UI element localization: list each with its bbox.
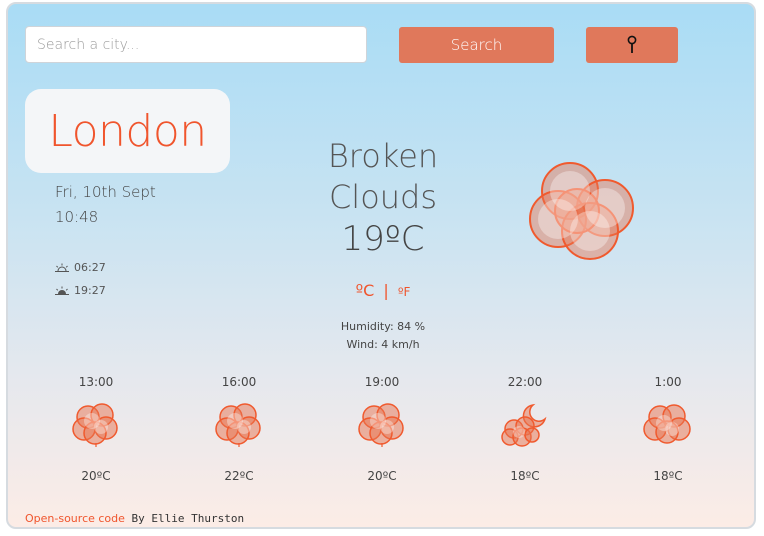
description-line-2: Clouds	[328, 178, 438, 216]
hourly-forecast: 13:00 20ºC 16:00 22ºC 19:00 20ºC 22:00 1…	[25, 375, 745, 483]
forecast-temp: 18ºC	[510, 469, 540, 483]
search-button[interactable]: Search	[399, 27, 554, 63]
forecast-item: 22:00 18ºC	[465, 375, 585, 483]
current-date: Fri, 10th Sept	[55, 183, 156, 201]
current-temperature: 19ºC	[341, 219, 425, 259]
description-line-1: Broken	[327, 137, 439, 175]
humidity: Humidity: 84 %	[340, 320, 426, 333]
current-time: 10:48	[55, 208, 99, 226]
forecast-item: 13:00 20ºC	[36, 375, 156, 483]
cloud-moon-icon	[501, 403, 547, 447]
cloud-icon	[215, 403, 261, 447]
cloud-icon	[72, 403, 118, 447]
current-location-button[interactable]	[586, 27, 678, 63]
forecast-hour: 19:00	[364, 375, 400, 389]
city-search-input[interactable]	[25, 26, 367, 63]
wind: Wind: 4 km/h	[346, 338, 420, 351]
unit-separator: |	[383, 281, 389, 300]
sunrise-time: 06:27	[74, 261, 106, 274]
sunset-row: 19:27	[54, 284, 106, 297]
footer: Open-source code By Ellie Thurston	[25, 512, 244, 525]
city-card: London	[25, 89, 230, 173]
weather-app: Search London Fri, 10th Sept 10:48 06:27…	[6, 2, 756, 529]
forecast-item: 1:00 18ºC	[608, 375, 728, 483]
weather-details: Humidity: 84 % Wind: 4 km/h	[288, 318, 478, 354]
forecast-temp: 18ºC	[653, 469, 683, 483]
weather-description: Broken Clouds	[288, 136, 478, 218]
forecast-temp: 20ºC	[81, 469, 111, 483]
author-credit: By Ellie Thurston	[124, 512, 245, 525]
unit-toggle: ºC | ºF	[288, 281, 478, 300]
forecast-hour: 1:00	[654, 375, 682, 389]
cloud-icon	[643, 404, 691, 444]
celsius-link[interactable]: ºC	[356, 281, 375, 300]
forecast-hour: 16:00	[221, 375, 257, 389]
forecast-temp: 22ºC	[224, 469, 254, 483]
forecast-item: 16:00 22ºC	[179, 375, 299, 483]
sunset-time: 19:27	[74, 284, 106, 297]
sunrise-icon	[55, 263, 69, 272]
city-name: London	[48, 105, 207, 157]
fahrenheit-link[interactable]: ºF	[398, 285, 411, 299]
pin-icon	[627, 35, 637, 53]
sunset-icon	[55, 286, 69, 295]
cloud-icon	[358, 403, 404, 447]
forecast-temp: 20ºC	[367, 469, 397, 483]
forecast-item: 19:00 20ºC	[322, 375, 442, 483]
forecast-hour: 22:00	[507, 375, 543, 389]
open-source-link[interactable]: Open-source code	[25, 512, 125, 525]
sunrise-row: 06:27	[54, 261, 106, 274]
broken-clouds-icon	[529, 162, 634, 260]
forecast-hour: 13:00	[78, 375, 114, 389]
